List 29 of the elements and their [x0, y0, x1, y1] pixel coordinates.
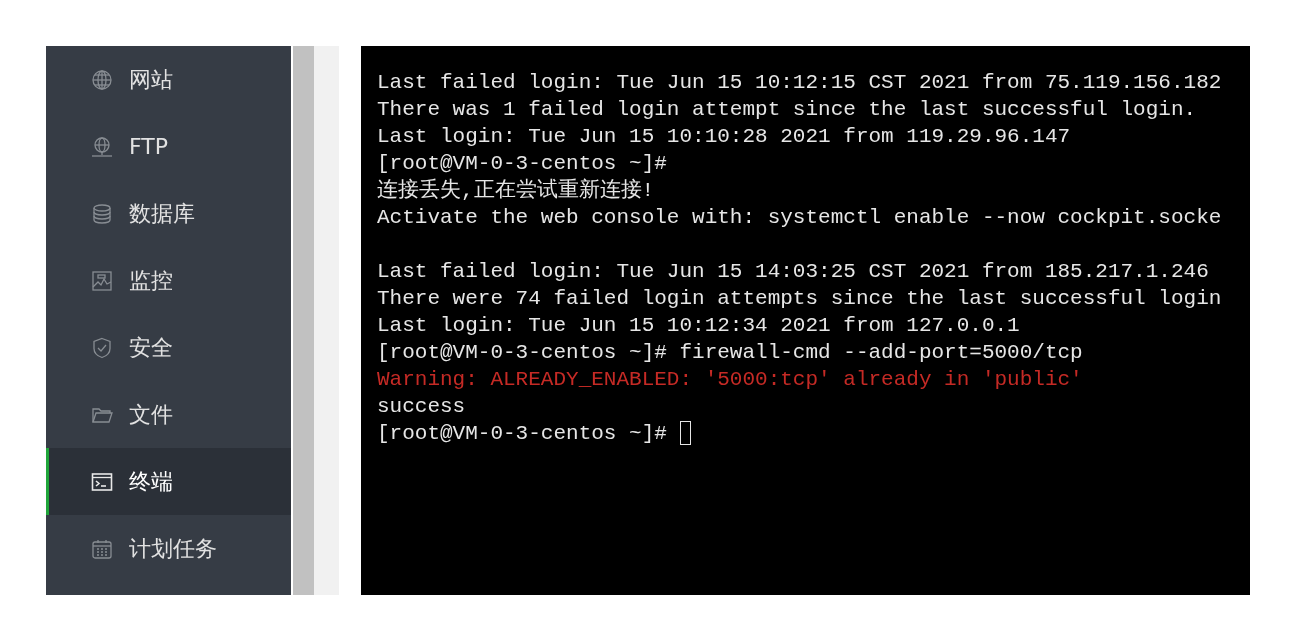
terminal-line: Last login: Tue Jun 15 10:10:28 2021 from 119.29.96.147 [377, 124, 1072, 150]
scrollbar[interactable] [293, 46, 314, 595]
sidebar-item[interactable]: FTP [46, 113, 291, 180]
warning-line: Warning: ALREADY_ENABLED: '5000:tcp' already in 'public' [377, 367, 1084, 393]
terminal-line: There were 74 failed login attempts since the last successful login [377, 286, 1223, 312]
sidebar-item[interactable]: 网站 [46, 46, 291, 113]
globe-icon [91, 68, 113, 91]
terminal-line: Last failed login: Tue Jun 15 14:03:25 CST 2021 from 185.217.1.246 [377, 259, 1210, 285]
sidebar-item[interactable]: 终端 [46, 448, 291, 515]
globe-icon [91, 135, 113, 158]
shield-icon [91, 336, 113, 359]
terminal-line: There was 1 failed login attempt since the last successful login. [377, 97, 1198, 123]
terminal-line: success [377, 394, 467, 420]
terminal-line: Activate the web console with: systemctl enable --now cockpit.socke [377, 205, 1223, 231]
sidebar-item[interactable]: 监控 [46, 247, 291, 314]
database-icon [91, 202, 113, 225]
terminal-icon [91, 470, 113, 493]
sidebar-item[interactable]: 文件 [46, 381, 291, 448]
terminal-line: Last login: Tue Jun 15 10:12:34 2021 from 127.0.0.1 [377, 313, 1021, 339]
terminal-prompt: [root@VM-0-3-centos ~]# [377, 422, 667, 445]
terminal-line: Last failed login: Tue Jun 15 10:12:15 CST 2021 from 75.119.156.182 [377, 70, 1223, 96]
chart-icon [91, 269, 113, 292]
sidebar-item[interactable]: 计划任务 [46, 515, 291, 582]
terminal-line: 连接丢失,正在尝试重新连接! [377, 177, 656, 204]
calendar-icon [91, 537, 113, 560]
sidebar-item[interactable]: 数据库 [46, 180, 291, 247]
terminal-line: [root@VM-0-3-centos ~]# firewall-cmd --add-port=5000/tcp [377, 340, 1084, 366]
terminal-line: [root@VM-0-3-centos ~]# [377, 151, 668, 177]
sidebar-item[interactable]: 安全 [46, 314, 291, 381]
